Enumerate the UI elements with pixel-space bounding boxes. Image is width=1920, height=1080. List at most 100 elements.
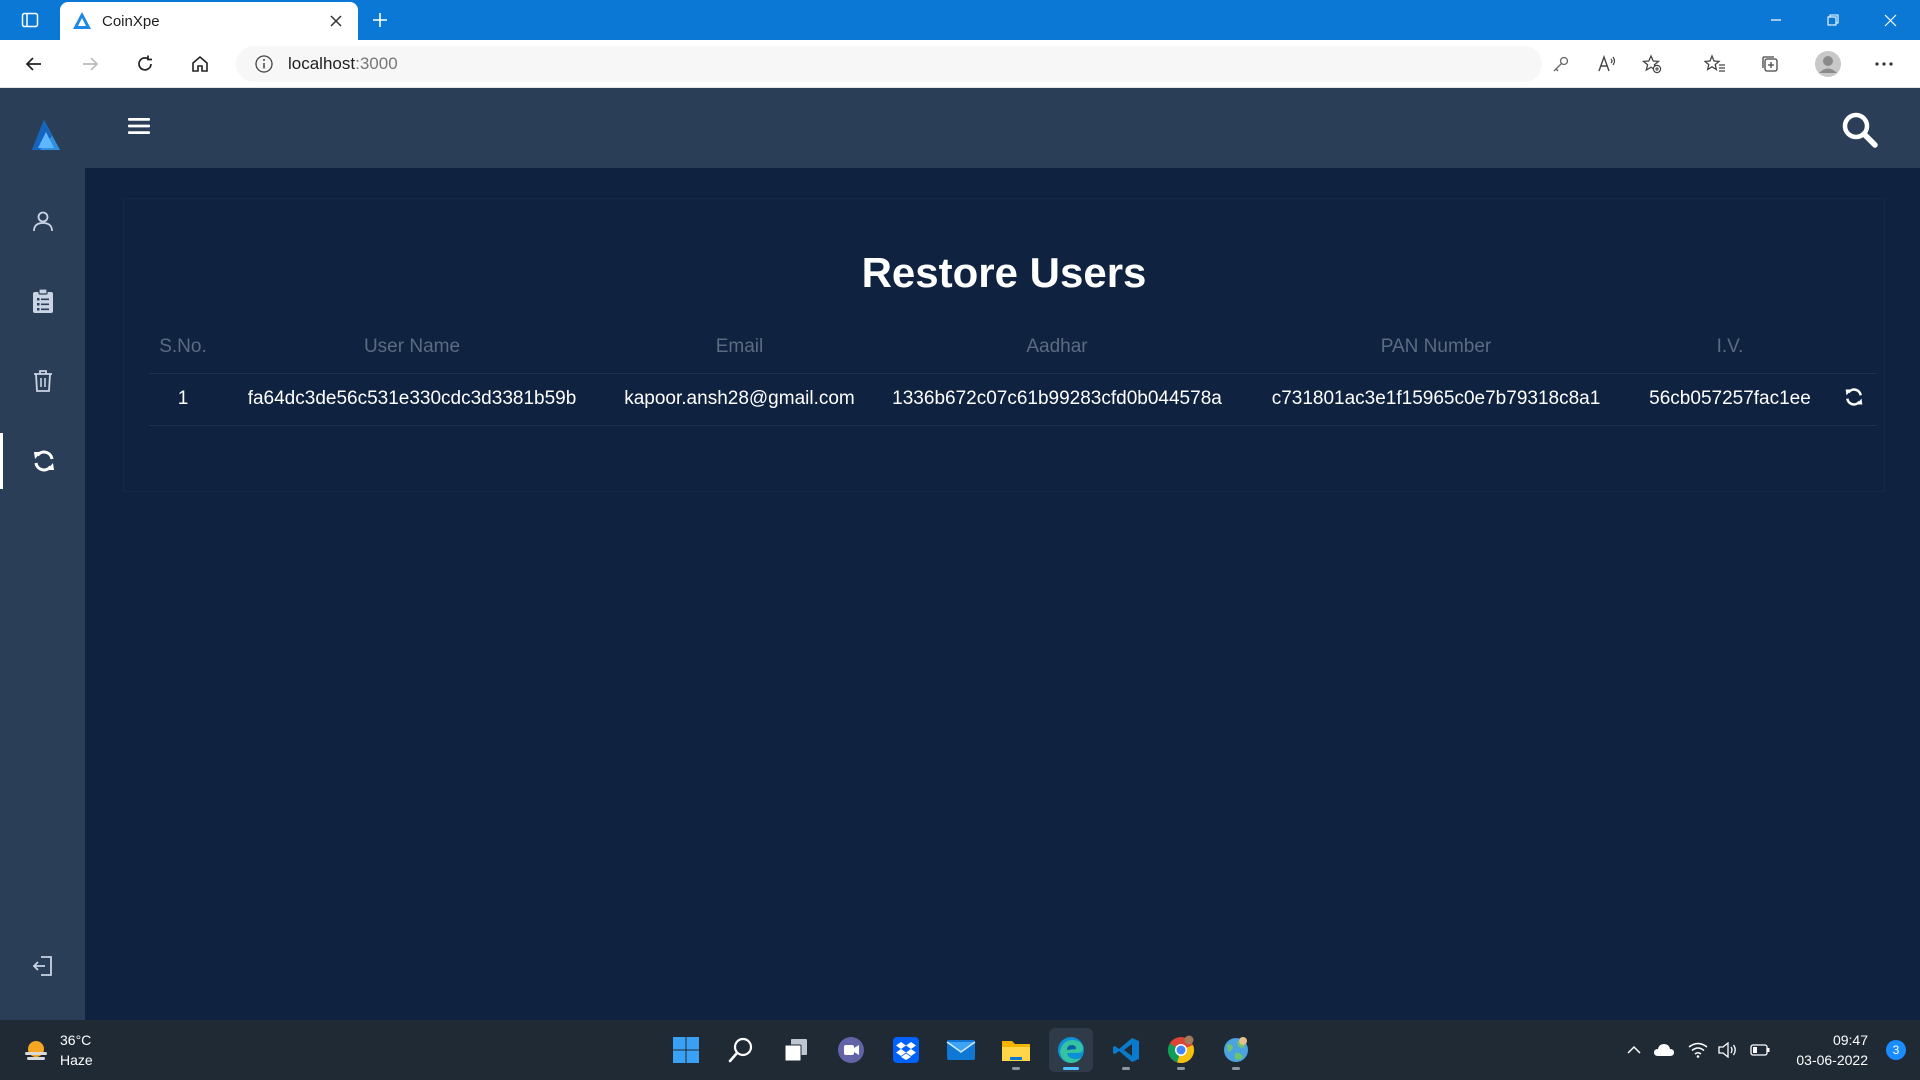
teams-chat-button[interactable] bbox=[829, 1028, 873, 1072]
onedrive-icon[interactable] bbox=[1652, 1038, 1676, 1062]
running-indicator bbox=[1012, 1067, 1020, 1070]
url-host: localhost bbox=[288, 54, 356, 73]
chrome-button[interactable] bbox=[1159, 1028, 1203, 1072]
cell-iv: 56cb057257fac1ee bbox=[1630, 373, 1830, 426]
clock-time: 09:47 bbox=[1832, 1032, 1868, 1048]
read-aloud-icon[interactable] bbox=[1589, 48, 1625, 80]
sidebar-item-users[interactable] bbox=[0, 193, 85, 249]
sidebar-item-deleted[interactable] bbox=[0, 353, 85, 409]
app-button[interactable] bbox=[1214, 1028, 1258, 1072]
weather-desc: Haze bbox=[60, 1052, 93, 1068]
tab-title: CoinXpe bbox=[102, 12, 160, 30]
restore-window-button[interactable] bbox=[1805, 0, 1861, 40]
app-logo[interactable] bbox=[28, 118, 64, 154]
battery-icon[interactable] bbox=[1748, 1038, 1772, 1062]
cell-action bbox=[1830, 373, 1877, 426]
cell-username: fa64dc3de56c531e330cdc3d3381b59b bbox=[217, 373, 607, 426]
chevron-up-icon bbox=[1627, 1045, 1641, 1054]
cell-email: kapoor.ansh28@gmail.com bbox=[607, 373, 872, 426]
trash-icon bbox=[33, 370, 52, 392]
edge-button[interactable] bbox=[1049, 1028, 1093, 1072]
close-tab-icon[interactable] bbox=[326, 11, 346, 31]
dropbox-button[interactable] bbox=[884, 1028, 928, 1072]
browser-titlebar: CoinXpe bbox=[0, 0, 1920, 40]
mail-icon bbox=[946, 1040, 976, 1060]
minimize-button[interactable] bbox=[1748, 0, 1804, 40]
header-action bbox=[1830, 321, 1877, 374]
windows-icon bbox=[673, 1037, 699, 1063]
weather-temp: 36°C bbox=[60, 1032, 92, 1048]
task-view-button[interactable] bbox=[774, 1028, 818, 1072]
globe-app-icon bbox=[1224, 1037, 1248, 1062]
search-icon bbox=[1842, 112, 1878, 148]
browser-tab[interactable]: CoinXpe bbox=[60, 2, 358, 40]
cell-pan: c731801ac3e1f15965c0e7b79318c8a1 bbox=[1242, 373, 1630, 426]
hamburger-icon bbox=[128, 118, 150, 134]
task-view-icon bbox=[784, 1039, 807, 1062]
chat-icon bbox=[838, 1037, 864, 1063]
info-icon[interactable] bbox=[254, 54, 274, 74]
page-title: Restore Users bbox=[861, 249, 1147, 296]
clipboard-icon bbox=[32, 288, 53, 313]
password-key-icon[interactable] bbox=[1543, 48, 1579, 80]
vscode-button[interactable] bbox=[1104, 1028, 1148, 1072]
start-button[interactable] bbox=[664, 1028, 708, 1072]
table-row: 1 fa64dc3de56c531e330cdc3d3381b59b kapoo… bbox=[149, 373, 1877, 426]
forward-button[interactable] bbox=[72, 48, 108, 80]
header-iv: I.V. bbox=[1630, 321, 1830, 374]
weather-widget[interactable]: 36°C Haze bbox=[22, 1030, 93, 1070]
url-port: :3000 bbox=[355, 54, 398, 73]
restore-user-button[interactable] bbox=[1842, 385, 1866, 409]
logout-button[interactable] bbox=[0, 938, 85, 994]
sidebar-item-restore[interactable] bbox=[0, 433, 85, 489]
wifi-icon[interactable] bbox=[1686, 1038, 1710, 1062]
volume-icon[interactable] bbox=[1716, 1038, 1740, 1062]
url-field[interactable]: localhost:3000 bbox=[236, 46, 1542, 82]
menu-toggle-button[interactable] bbox=[127, 116, 155, 140]
notification-badge[interactable]: 3 bbox=[1886, 1040, 1906, 1060]
add-favorite-icon[interactable] bbox=[1634, 48, 1670, 80]
refresh-button[interactable] bbox=[127, 48, 163, 80]
header-sno: S.No. bbox=[149, 321, 217, 374]
sync-icon bbox=[1845, 388, 1862, 406]
app-sidebar bbox=[0, 88, 85, 1020]
collections-icon[interactable] bbox=[1752, 48, 1788, 80]
clock-date: 03-06-2022 bbox=[1796, 1052, 1868, 1068]
header-email: Email bbox=[607, 321, 872, 374]
close-window-button[interactable] bbox=[1862, 0, 1918, 40]
running-indicator bbox=[1122, 1067, 1130, 1070]
profile-avatar[interactable] bbox=[1810, 48, 1846, 80]
search-button[interactable] bbox=[1840, 110, 1880, 150]
user-icon bbox=[32, 211, 53, 232]
mail-button[interactable] bbox=[939, 1028, 983, 1072]
running-indicator bbox=[1232, 1067, 1240, 1070]
back-button[interactable] bbox=[16, 48, 52, 80]
show-hidden-icons-button[interactable] bbox=[1622, 1038, 1646, 1062]
url-text: localhost:3000 bbox=[288, 54, 398, 74]
cell-aadhar: 1336b672c07c61b99283cfd0b044578a bbox=[872, 373, 1242, 426]
coinxpe-logo-icon bbox=[73, 12, 91, 29]
folder-icon bbox=[1002, 1041, 1030, 1061]
more-options-icon[interactable] bbox=[1866, 48, 1902, 80]
restore-users-panel: Restore Users S.No. User Name Email Aadh… bbox=[123, 198, 1885, 492]
header-username: User Name bbox=[217, 321, 607, 374]
app-topbar bbox=[85, 88, 1920, 168]
system-clock[interactable]: 09:47 03-06-2022 bbox=[1796, 1030, 1868, 1070]
vscode-icon bbox=[1113, 1038, 1139, 1062]
taskbar-search-button[interactable] bbox=[719, 1028, 763, 1072]
new-tab-button[interactable] bbox=[364, 6, 396, 34]
tab-actions-icon[interactable] bbox=[14, 8, 46, 32]
favorites-icon[interactable] bbox=[1697, 48, 1733, 80]
table-header-row: S.No. User Name Email Aadhar PAN Number … bbox=[149, 321, 1877, 374]
home-button[interactable] bbox=[182, 48, 218, 80]
sync-icon bbox=[34, 450, 54, 472]
users-table: S.No. User Name Email Aadhar PAN Number … bbox=[149, 321, 1877, 426]
cell-sno: 1 bbox=[149, 373, 217, 426]
running-indicator bbox=[1177, 1067, 1185, 1070]
sidebar-item-reports[interactable] bbox=[0, 273, 85, 329]
windows-taskbar: 36°C Haze 09:47 03-06-2022 3 bbox=[0, 1020, 1920, 1080]
dropbox-icon bbox=[893, 1037, 919, 1063]
edge-icon bbox=[1058, 1037, 1084, 1063]
header-aadhar: Aadhar bbox=[872, 321, 1242, 374]
file-explorer-button[interactable] bbox=[994, 1028, 1038, 1072]
